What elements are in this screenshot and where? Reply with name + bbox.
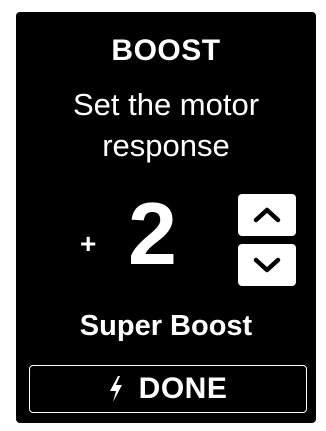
boost-value: 2 xyxy=(128,184,177,283)
boost-level-name: Super Boost xyxy=(79,310,253,342)
chevron-down-icon xyxy=(253,257,281,273)
screen-subtitle: Set the motor response xyxy=(72,87,260,163)
boost-sign: + xyxy=(80,228,97,259)
lightning-bolt-icon xyxy=(109,376,122,402)
decrease-button[interactable] xyxy=(238,244,296,286)
chevron-up-icon xyxy=(253,207,281,223)
boost-screen: BOOST Set the motor response + 2 Super B… xyxy=(16,12,316,423)
screen-title: BOOST xyxy=(111,34,221,67)
done-button[interactable]: DONE xyxy=(29,365,307,413)
done-label: DONE xyxy=(138,372,228,405)
increase-button[interactable] xyxy=(238,194,296,236)
